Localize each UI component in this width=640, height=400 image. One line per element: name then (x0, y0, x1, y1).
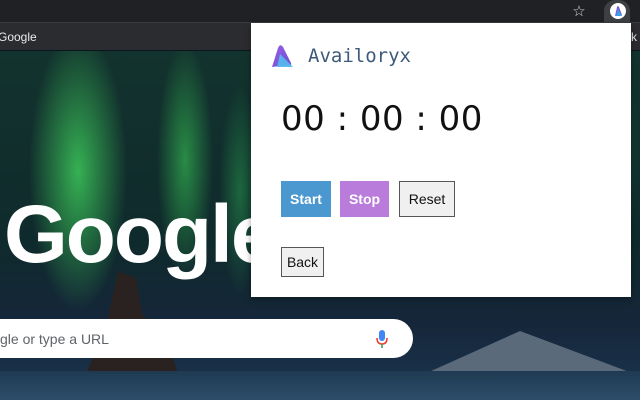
app-title: Availoryx (308, 45, 411, 67)
start-button[interactable]: Start (281, 181, 331, 217)
bookmark-google[interactable]: Google (0, 30, 37, 44)
availoryx-logo-icon (272, 45, 293, 67)
google-logo: Google (4, 189, 276, 280)
search-box[interactable]: gle or type a URL (0, 319, 413, 358)
reset-button[interactable]: Reset (399, 181, 455, 217)
background-mountain (420, 331, 640, 376)
search-placeholder: gle or type a URL (0, 331, 109, 347)
extension-icon (610, 3, 626, 19)
timer-display: 00 : 00 : 00 (281, 99, 483, 139)
bookmark-star-icon[interactable]: ☆ (569, 1, 589, 21)
mic-icon[interactable] (375, 330, 389, 348)
stop-button[interactable]: Stop (340, 181, 389, 217)
extension-button[interactable] (604, 0, 630, 22)
back-button[interactable]: Back (281, 247, 324, 277)
extension-popup: Availoryx 00 : 00 : 00 Start Stop Reset … (251, 23, 631, 297)
background-water (0, 371, 640, 400)
browser-toolbar: ☆ (0, 0, 640, 22)
